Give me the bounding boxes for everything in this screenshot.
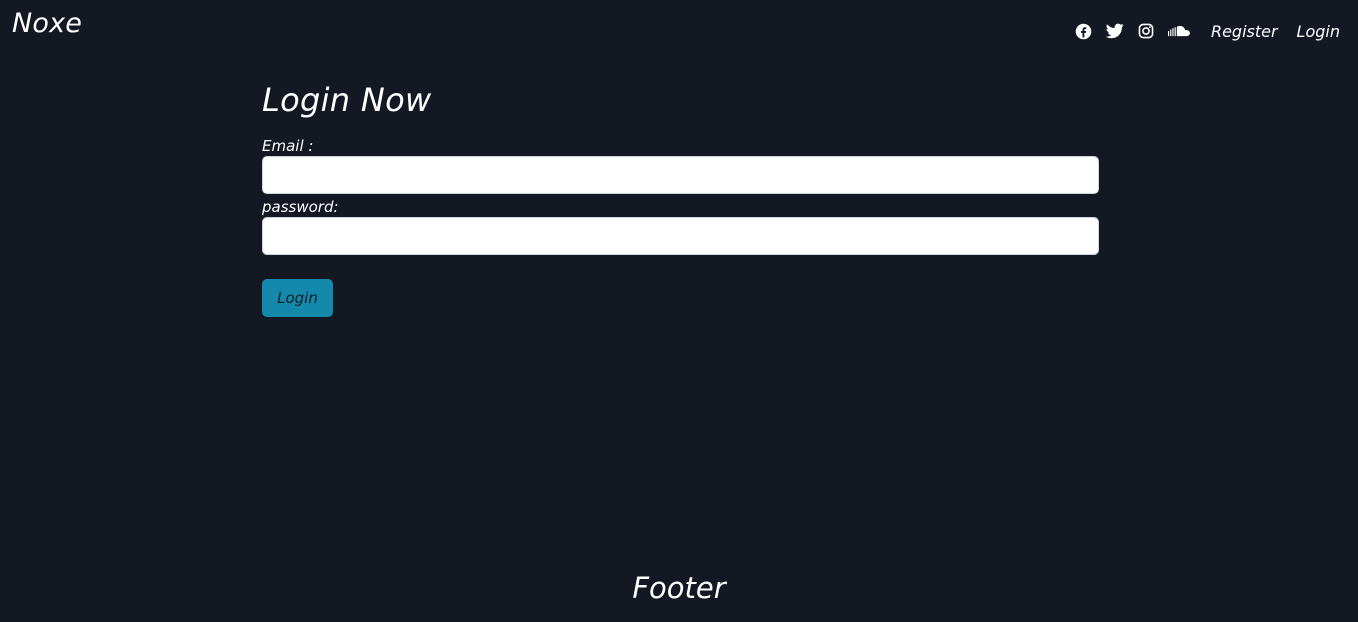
facebook-icon[interactable] [1074, 21, 1094, 41]
password-label: password: [262, 198, 339, 216]
nav-link-login[interactable]: Login [1297, 22, 1340, 41]
login-form-container: Login Now Email : password: Login [262, 80, 1099, 317]
navbar-right: Register Login [1074, 18, 1340, 44]
nav-link-register[interactable]: Register [1211, 22, 1278, 41]
brand-logo[interactable]: Noxe [12, 8, 82, 39]
login-button[interactable]: Login [262, 279, 333, 317]
navbar: Noxe Register Login [0, 0, 1358, 60]
email-label: Email : [262, 137, 314, 155]
password-field[interactable] [262, 217, 1099, 255]
footer: Footer [632, 571, 726, 605]
instagram-icon[interactable] [1136, 21, 1156, 41]
page-title: Login Now [262, 81, 432, 119]
twitter-icon[interactable] [1105, 21, 1125, 41]
soundcloud-icon[interactable] [1167, 21, 1191, 41]
email-field[interactable] [262, 156, 1099, 194]
